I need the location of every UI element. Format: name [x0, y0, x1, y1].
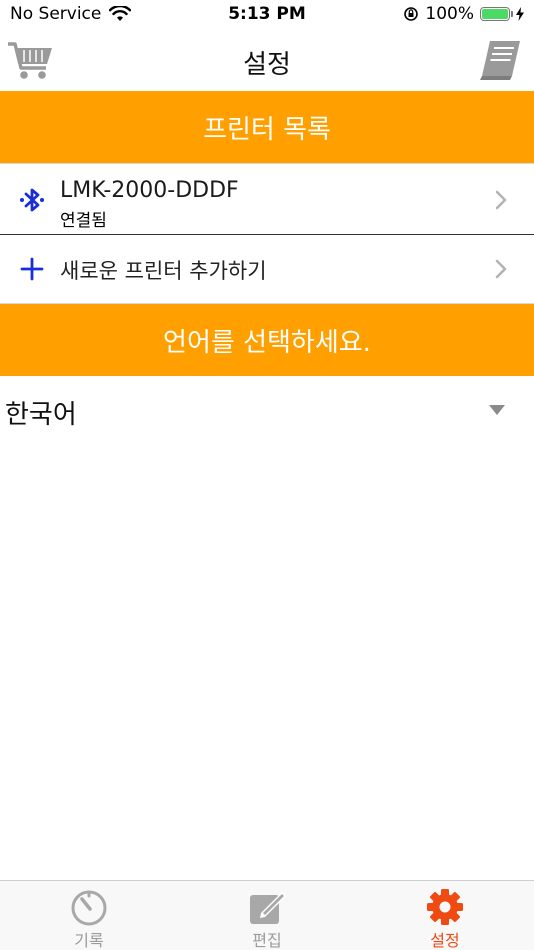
carrier-label: No Service: [10, 4, 102, 24]
status-bar: No Service 5:13 PM 100%: [0, 0, 534, 32]
language-header-label: 언어를 선택하세요.: [163, 327, 371, 358]
wifi-icon: [109, 6, 132, 21]
battery-icon: [480, 7, 513, 21]
printer-list-header-label: 프린터 목록: [203, 114, 331, 145]
printer-list-header: 프린터 목록: [0, 91, 534, 164]
tab-bar: 기록 편집 설정: [0, 880, 534, 950]
tab-edit[interactable]: 편집: [178, 881, 356, 950]
manual-button[interactable]: [476, 38, 524, 82]
orientation-lock-icon: [404, 7, 419, 21]
printer-row[interactable]: LMK-2000-DDDF 연결됨: [0, 164, 534, 235]
bluetooth-icon: [20, 188, 44, 212]
battery-fill: [482, 9, 508, 19]
battery-percent: 100%: [425, 4, 474, 24]
tab-edit-label: 편집: [252, 931, 282, 950]
nav-bar: 설정: [0, 32, 534, 90]
status-right: 100%: [403, 4, 524, 24]
chevron-right-icon: [495, 259, 507, 279]
gear-icon: [427, 889, 463, 925]
status-left: No Service: [10, 4, 132, 24]
tab-history-label: 기록: [74, 931, 104, 950]
tab-settings[interactable]: 설정: [356, 881, 534, 950]
selected-language: 한국어: [5, 400, 77, 430]
language-header: 언어를 선택하세요.: [0, 304, 534, 376]
add-printer-label: 새로운 프린터 추가하기: [60, 259, 267, 283]
manual-book-icon: [480, 41, 520, 80]
timer-icon: [71, 890, 107, 926]
settings-screen: No Service 5:13 PM 100% 설정 프린터 목록 LMK-20…: [0, 0, 534, 950]
tab-settings-label: 설정: [430, 931, 460, 950]
printer-status: 연결됨: [60, 211, 107, 231]
printer-name: LMK-2000-DDDF: [60, 178, 239, 203]
chevron-right-icon: [495, 190, 507, 210]
caret-down-icon: [489, 405, 505, 415]
charging-bolt-icon: [516, 7, 524, 21]
page-title: 설정: [243, 50, 291, 80]
edit-icon: [250, 892, 286, 924]
add-printer-row[interactable]: 새로운 프린터 추가하기: [0, 235, 534, 304]
tab-history[interactable]: 기록: [0, 881, 178, 950]
plus-icon: [20, 257, 44, 281]
language-dropdown[interactable]: 한국어: [0, 378, 534, 444]
